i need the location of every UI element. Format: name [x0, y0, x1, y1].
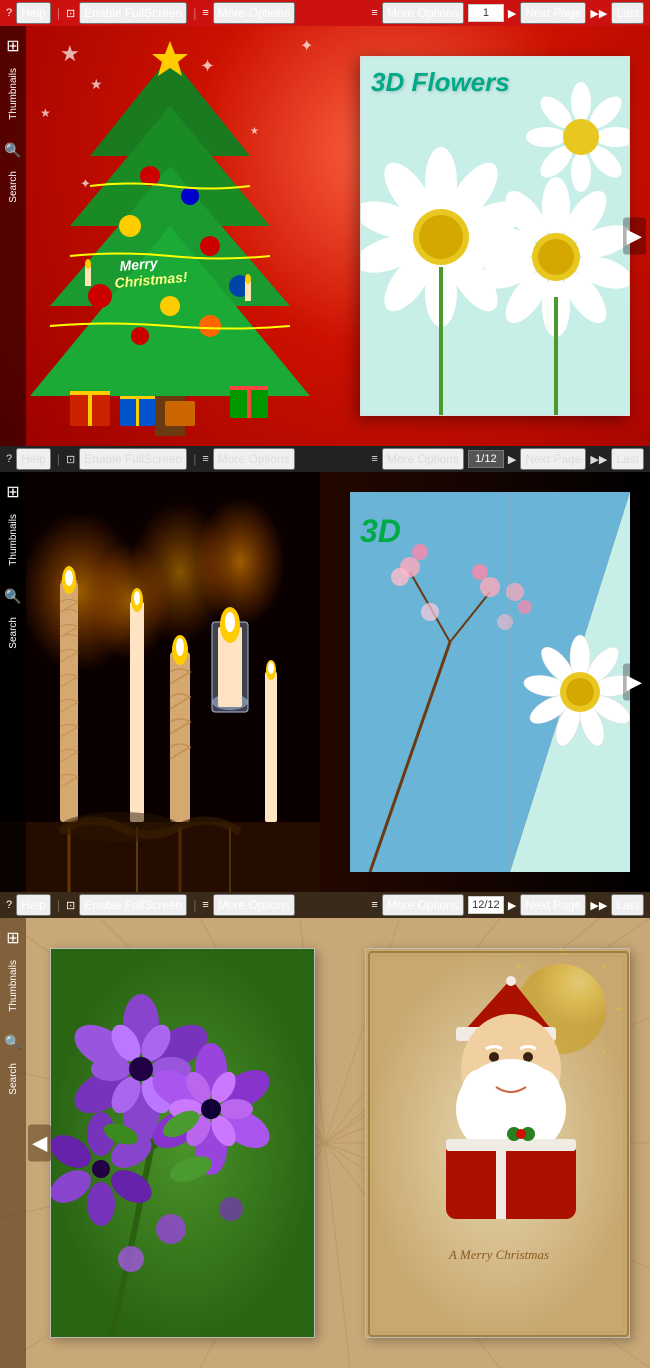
purple-flowers-svg — [51, 949, 315, 1338]
flip-page-2: 3D — [350, 492, 630, 872]
search-icon-2: 🔍 — [4, 588, 21, 605]
fullscreen-icon-1: ⊡ — [66, 7, 75, 20]
candles-svg — [0, 472, 320, 892]
sidebar-1: ⊞ Thumbnails 🔍 Search — [0, 26, 26, 446]
sidebar-3: ⊞ Thumbnails 🔍 Search — [0, 918, 26, 1368]
grid-icon-2: ⊞ — [6, 482, 19, 502]
more-options-button-2a[interactable]: More Options — [213, 448, 295, 470]
thumbnails-label-1[interactable]: Thumbnails — [6, 64, 21, 124]
fullscreen-icon-2: ⊡ — [66, 453, 75, 466]
viewer-section-2: 3D — [0, 472, 650, 892]
help-icon-3: ? — [6, 899, 12, 911]
last-icon-3: ▶▶ — [590, 899, 607, 912]
grid-icon-1: ⊞ — [6, 36, 19, 56]
options-icon-3a: ≡ — [202, 899, 208, 911]
viewer-section-3: A Merry Christmas ⊞ Thumbnails 🔍 Search … — [0, 918, 650, 1368]
viewer-section-1: ★ ★ ✦ ★ ✦ ★ ✦ — [0, 26, 650, 446]
search-label-3[interactable]: Search — [6, 1059, 21, 1099]
section-2: 3D — [0, 472, 650, 892]
next-page-button-2[interactable]: Next Page — [520, 448, 586, 470]
flip-svg: 3D — [350, 492, 630, 872]
fullscreen-icon-3: ⊡ — [66, 899, 75, 912]
help-icon-1: ? — [6, 7, 12, 19]
sidebar-2: ⊞ Thumbnails 🔍 Search — [0, 472, 26, 892]
search-label-2[interactable]: Search — [6, 613, 21, 653]
options-icon-2b: ≡ — [371, 453, 377, 465]
flowers-page: 3D Flowers — [360, 56, 630, 416]
more-options-button-3a[interactable]: More Options — [213, 894, 295, 916]
more-options-button-3b[interactable]: More Options — [382, 894, 464, 916]
last-icon-1: ▶▶ — [590, 7, 607, 20]
more-options-button-1a[interactable]: More Options — [213, 2, 295, 24]
purple-flowers-page — [50, 948, 315, 1338]
flowers-title: 3D Flowers — [371, 67, 510, 98]
daisies-svg — [361, 57, 630, 416]
page-input-3[interactable] — [468, 896, 504, 914]
options-icon-1a: ≡ — [202, 7, 208, 19]
nav-arrow-right-2[interactable]: ▶ — [623, 664, 646, 701]
search-icon-1: 🔍 — [4, 142, 21, 159]
grid-icon-3: ⊞ — [6, 928, 19, 948]
more-options-button-2b[interactable]: More Options — [382, 448, 464, 470]
next-icon-1: ▶ — [508, 7, 516, 20]
page-input-2[interactable] — [468, 450, 504, 468]
section-1-bg: ★ ★ ✦ ★ ✦ ★ ✦ — [0, 26, 650, 446]
help-button-1[interactable]: Help — [16, 2, 51, 24]
thumbnails-label-3[interactable]: Thumbnails — [6, 956, 21, 1016]
section-3: A Merry Christmas ⊞ Thumbnails 🔍 Search … — [0, 918, 650, 1368]
last-button-1[interactable]: Last — [611, 2, 644, 24]
fullscreen-button-2[interactable]: Enable FullScreen — [79, 448, 187, 470]
santa-card-page: A Merry Christmas — [365, 948, 630, 1338]
search-icon-3: 🔍 — [4, 1034, 21, 1051]
nav-arrow-right-1[interactable]: ▶ — [623, 218, 646, 255]
fullscreen-button-3[interactable]: Enable FullScreen — [79, 894, 187, 916]
help-button-3[interactable]: Help — [16, 894, 51, 916]
next-page-button-1[interactable]: Next Page — [520, 2, 586, 24]
next-page-button-3[interactable]: Next Page — [520, 894, 586, 916]
fullscreen-button-1[interactable]: Enable FullScreen — [79, 2, 187, 24]
search-label-1[interactable]: Search — [6, 167, 21, 207]
toolbar-2: ? Help | ⊡ Enable FullScreen | ≡ More Op… — [0, 446, 650, 472]
christmas-tree: Merry Christmas! — [10, 26, 330, 446]
next-icon-3: ▶ — [508, 899, 516, 912]
more-options-button-1b[interactable]: More Options — [382, 2, 464, 24]
options-icon-2a: ≡ — [202, 453, 208, 465]
next-icon-2: ▶ — [508, 453, 516, 466]
last-icon-2: ▶▶ — [590, 453, 607, 466]
options-icon-3b: ≡ — [371, 899, 377, 911]
nav-arrow-left-3[interactable]: ◀ — [28, 1125, 51, 1162]
toolbar-1: ? Help | ⊡ Enable FullScreen | ≡ More Op… — [0, 0, 650, 26]
help-button-2[interactable]: Help — [16, 448, 51, 470]
svg-text:3D: 3D — [360, 513, 401, 549]
santa-svg: A Merry Christmas — [366, 949, 630, 1338]
page-input-1[interactable] — [468, 4, 504, 22]
thumbnails-label-2[interactable]: Thumbnails — [6, 510, 21, 570]
last-button-2[interactable]: Last — [611, 448, 644, 470]
last-button-3[interactable]: Last — [611, 894, 644, 916]
toolbar-3: ? Help | ⊡ Enable FullScreen | ≡ More Op… — [0, 892, 650, 918]
options-icon-1b: ≡ — [371, 7, 377, 19]
help-icon-2: ? — [6, 453, 12, 465]
svg-text:A Merry Christmas: A Merry Christmas — [448, 1247, 549, 1262]
